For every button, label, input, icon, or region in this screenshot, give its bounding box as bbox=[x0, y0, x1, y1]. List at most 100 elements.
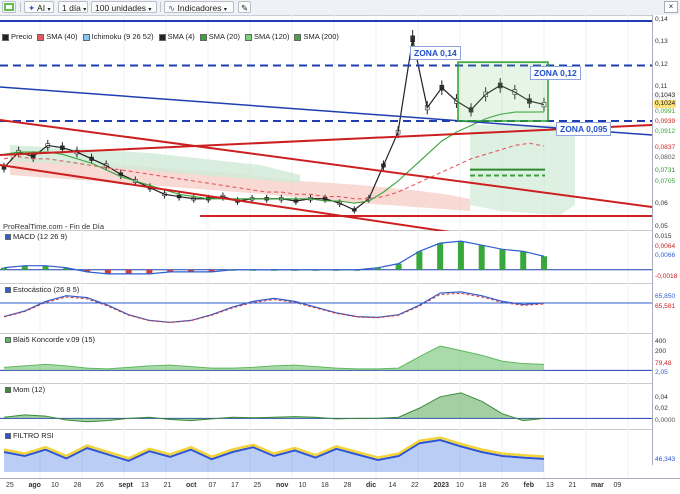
macd-histogram-bar bbox=[541, 256, 547, 270]
macd-histogram-bar bbox=[125, 269, 132, 274]
price-tag: 65,581 bbox=[654, 303, 677, 311]
x-tick-label: 28 bbox=[343, 482, 352, 489]
x-tick-label: 26 bbox=[96, 482, 104, 489]
toolbar: ✦ AI ▾ 1 día ▾ 100 unidades ▾ ∿ Indicado… bbox=[0, 0, 680, 16]
stochastic-swatch bbox=[5, 287, 11, 294]
legend-label: SMA (20) bbox=[208, 32, 241, 41]
legend-swatch bbox=[2, 33, 9, 41]
units-label: 100 unidades bbox=[95, 3, 147, 13]
green-menu-icon bbox=[4, 3, 14, 11]
momentum-pane[interactable]: Mom (12) bbox=[0, 384, 652, 430]
x-tick-label: 10 bbox=[456, 482, 464, 489]
macd-title: MACD (12 26 9) bbox=[3, 232, 70, 241]
legend-item[interactable]: Precio bbox=[2, 31, 32, 42]
y-tick-label: 0,14 bbox=[655, 16, 668, 23]
y-tick-label: 0,11 bbox=[655, 83, 668, 90]
legend-item[interactable]: SMA (20) bbox=[199, 31, 241, 42]
y-tick-label: 0,02 bbox=[655, 405, 668, 412]
macd-title-text: MACD (12 26 9) bbox=[13, 232, 68, 241]
x-tick-label: 17 bbox=[231, 482, 239, 489]
koncorde-pane[interactable]: Blai5 Koncorde v.09 (15) bbox=[0, 334, 652, 384]
legend-item[interactable]: SMA (4) bbox=[158, 31, 195, 42]
legend-item[interactable]: SMA (200) bbox=[294, 31, 339, 42]
chevron-down-icon: ▾ bbox=[47, 7, 51, 13]
koncorde-chart bbox=[0, 334, 652, 384]
menu-toggle-button[interactable] bbox=[2, 1, 16, 13]
x-tick-label: 21 bbox=[163, 482, 172, 489]
legend-swatch bbox=[245, 33, 253, 41]
momentum-swatch bbox=[5, 387, 11, 394]
x-tick-label: 18 bbox=[478, 482, 487, 489]
momentum-chart bbox=[0, 384, 652, 430]
price-tag: 0,0064 bbox=[654, 243, 677, 251]
koncorde-area bbox=[4, 346, 544, 371]
momentum-title: Mom (12) bbox=[3, 385, 48, 394]
interval-dropdown[interactable]: 1 día ▾ bbox=[58, 1, 88, 13]
macd-pane[interactable]: MACD (12 26 9) bbox=[0, 231, 652, 284]
legend-swatch bbox=[82, 33, 90, 41]
price-tag: 0,0912 bbox=[654, 128, 677, 136]
x-tick-label: oct bbox=[186, 482, 197, 489]
y-tick-label: 0,12 bbox=[655, 61, 668, 68]
credit-text: ProRealTime.com - Fin de Día bbox=[3, 222, 105, 231]
x-tick-label: 28 bbox=[73, 482, 82, 489]
stochastic-pane[interactable]: Estocástico (26 8 5) bbox=[0, 284, 652, 334]
zone-label-014: ZONA 0,14 bbox=[410, 46, 461, 60]
chevron-down-icon: ▾ bbox=[223, 7, 227, 13]
price-tag: 79,48 bbox=[654, 360, 673, 368]
x-tick-label: 14 bbox=[388, 482, 397, 489]
draw-tool-button[interactable]: ✎ bbox=[238, 1, 251, 13]
stochastic-title-text: Estocástico (26 8 5) bbox=[13, 285, 80, 294]
close-icon: × bbox=[668, 2, 674, 11]
indicators-button[interactable]: ∿ Indicadores ▾ bbox=[164, 1, 234, 13]
legend-item[interactable]: Ichimoku (9 26 52) bbox=[82, 31, 154, 42]
stochastic-chart bbox=[0, 284, 652, 334]
price-tag: 0,1024 bbox=[654, 100, 677, 108]
macd-histogram-bar bbox=[457, 241, 464, 270]
x-tick-label: 09 bbox=[613, 482, 622, 489]
price-tag: 2,05 bbox=[654, 369, 669, 377]
price-pane[interactable]: Precio SMA (40) Ichimoku (9 26 52) SMA (4) S… bbox=[0, 15, 652, 231]
price-tag: 0,0939 bbox=[654, 118, 677, 126]
macd-swatch bbox=[5, 234, 11, 241]
x-tick-label: 25 bbox=[253, 482, 262, 489]
pencil-icon: ✎ bbox=[240, 3, 249, 13]
legend-label: Ichimoku (9 26 52) bbox=[91, 32, 154, 41]
close-chart-button[interactable]: × bbox=[664, 1, 678, 13]
momentum-title-text: Mom (12) bbox=[13, 385, 46, 394]
zone-label-0095: ZONA 0,095 bbox=[556, 122, 612, 136]
x-tick-label: 13 bbox=[546, 482, 554, 489]
price-tag: 65,850 bbox=[654, 293, 677, 301]
price-tag: 0,0991 bbox=[654, 108, 677, 116]
x-tick-label: 21 bbox=[568, 482, 577, 489]
legend-swatch bbox=[158, 33, 166, 41]
rsi-filter-pane[interactable]: FILTRO RSI bbox=[0, 430, 652, 478]
price-tag: 0,0837 bbox=[654, 144, 677, 152]
rsi-filter-title: FILTRO RSI bbox=[3, 431, 56, 440]
price-tag: 0,0705 bbox=[654, 178, 677, 186]
x-tick-label: 2023 bbox=[433, 482, 450, 489]
price-tag: 46,343 bbox=[654, 456, 677, 464]
x-tick-label: dic bbox=[366, 482, 377, 489]
legend-swatch bbox=[37, 33, 45, 41]
y-tick-label: 0,05 bbox=[655, 223, 668, 230]
koncorde-swatch bbox=[5, 337, 11, 344]
x-tick-label: feb bbox=[523, 482, 535, 489]
ai-button[interactable]: ✦ AI ▾ bbox=[24, 1, 54, 13]
ai-sparkle-icon: ✦ bbox=[28, 3, 36, 13]
ai-label: AI bbox=[37, 3, 46, 13]
rsi-filter-chart bbox=[3, 430, 629, 478]
indicator-wave-icon: ∿ bbox=[168, 3, 176, 13]
units-dropdown[interactable]: 100 unidades ▾ bbox=[91, 1, 157, 13]
price-tag: 0,0000 bbox=[654, 417, 677, 425]
legend-item[interactable]: SMA (40) bbox=[37, 31, 78, 42]
y-tick-label: 0,13 bbox=[655, 38, 668, 45]
x-axis[interactable]: 25 ago 10 28 26 sept 13 21 oct 07 17 25 nov 10 18 28 dic… bbox=[0, 478, 680, 494]
legend-item[interactable]: SMA (120) bbox=[245, 31, 289, 42]
stochastic-line bbox=[3, 291, 545, 323]
price-tag: -0,0018 bbox=[654, 273, 679, 281]
y-axis[interactable]: 0,14 0,13 0,12 0,11 0,1043 0,1024 0,0991 0,0939… bbox=[652, 15, 680, 465]
x-tick-label: ago bbox=[28, 482, 41, 489]
stochastic-title: Estocástico (26 8 5) bbox=[3, 285, 82, 294]
zone-label-012: ZONA 0,12 bbox=[530, 66, 581, 80]
